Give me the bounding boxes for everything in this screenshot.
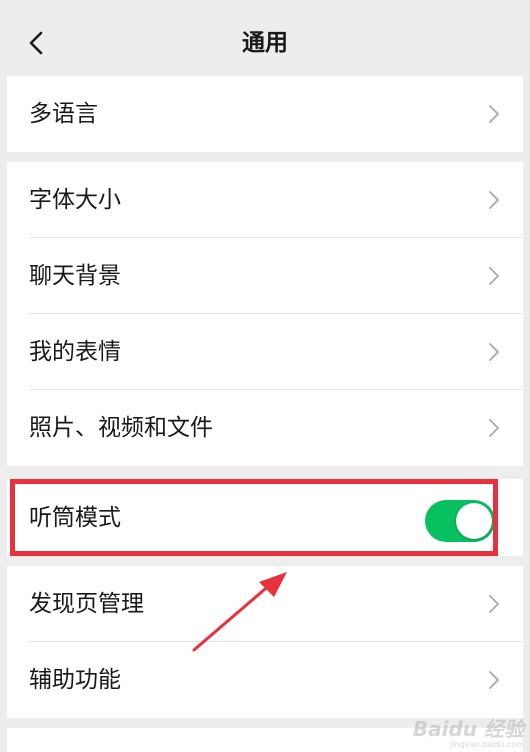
cell-label: 多语言 (29, 101, 98, 127)
cell-label: 照片、视频和文件 (29, 415, 213, 441)
cell-photos-videos-files[interactable]: 照片、视频和文件 (7, 390, 523, 466)
cell-label: 我的表情 (29, 339, 121, 365)
watermark-logo: Baidu 经验 (412, 717, 524, 741)
cell-my-stickers[interactable]: 我的表情 (7, 314, 523, 390)
page-title: 通用 (242, 30, 288, 56)
cell-label: 聊天背景 (29, 263, 121, 289)
settings-group-language: 多语言 (7, 76, 523, 152)
toggle-knob (456, 503, 492, 539)
settings-screen: 通用 多语言 字体大小 聊天背景 我的表情 照片、视频和文件 听筒模式 发现页管… (7, 0, 523, 752)
chevron-right-icon (489, 105, 499, 123)
earpiece-mode-toggle[interactable] (425, 500, 495, 542)
cell-chat-background[interactable]: 聊天背景 (7, 238, 523, 314)
cell-label: 字体大小 (29, 187, 121, 213)
chevron-right-icon (489, 671, 499, 689)
chevron-right-icon (489, 191, 499, 209)
cell-font-size[interactable]: 字体大小 (7, 162, 523, 238)
cell-language[interactable]: 多语言 (7, 76, 523, 152)
navigation-bar: 通用 (7, 0, 523, 76)
cell-label: 发现页管理 (29, 591, 144, 617)
chevron-right-icon (489, 343, 499, 361)
cell-label: 辅助功能 (29, 667, 121, 693)
cell-earpiece-mode: 听筒模式 (7, 479, 523, 556)
cell-accessibility[interactable]: 辅助功能 (7, 642, 523, 718)
watermark: Baidu 经验 jingyan.baidu.com (413, 718, 524, 750)
chevron-right-icon (489, 595, 499, 613)
cell-label: 听筒模式 (29, 505, 121, 531)
settings-group-earpiece: 听筒模式 (7, 479, 523, 556)
cell-discover-management[interactable]: 发现页管理 (7, 566, 523, 642)
settings-group-display: 字体大小 聊天背景 我的表情 照片、视频和文件 (7, 162, 523, 466)
chevron-right-icon (489, 267, 499, 285)
watermark-url: jingyan.baidu.com (450, 740, 524, 749)
chevron-right-icon (489, 419, 499, 437)
settings-group-more: 发现页管理 辅助功能 (7, 566, 523, 718)
